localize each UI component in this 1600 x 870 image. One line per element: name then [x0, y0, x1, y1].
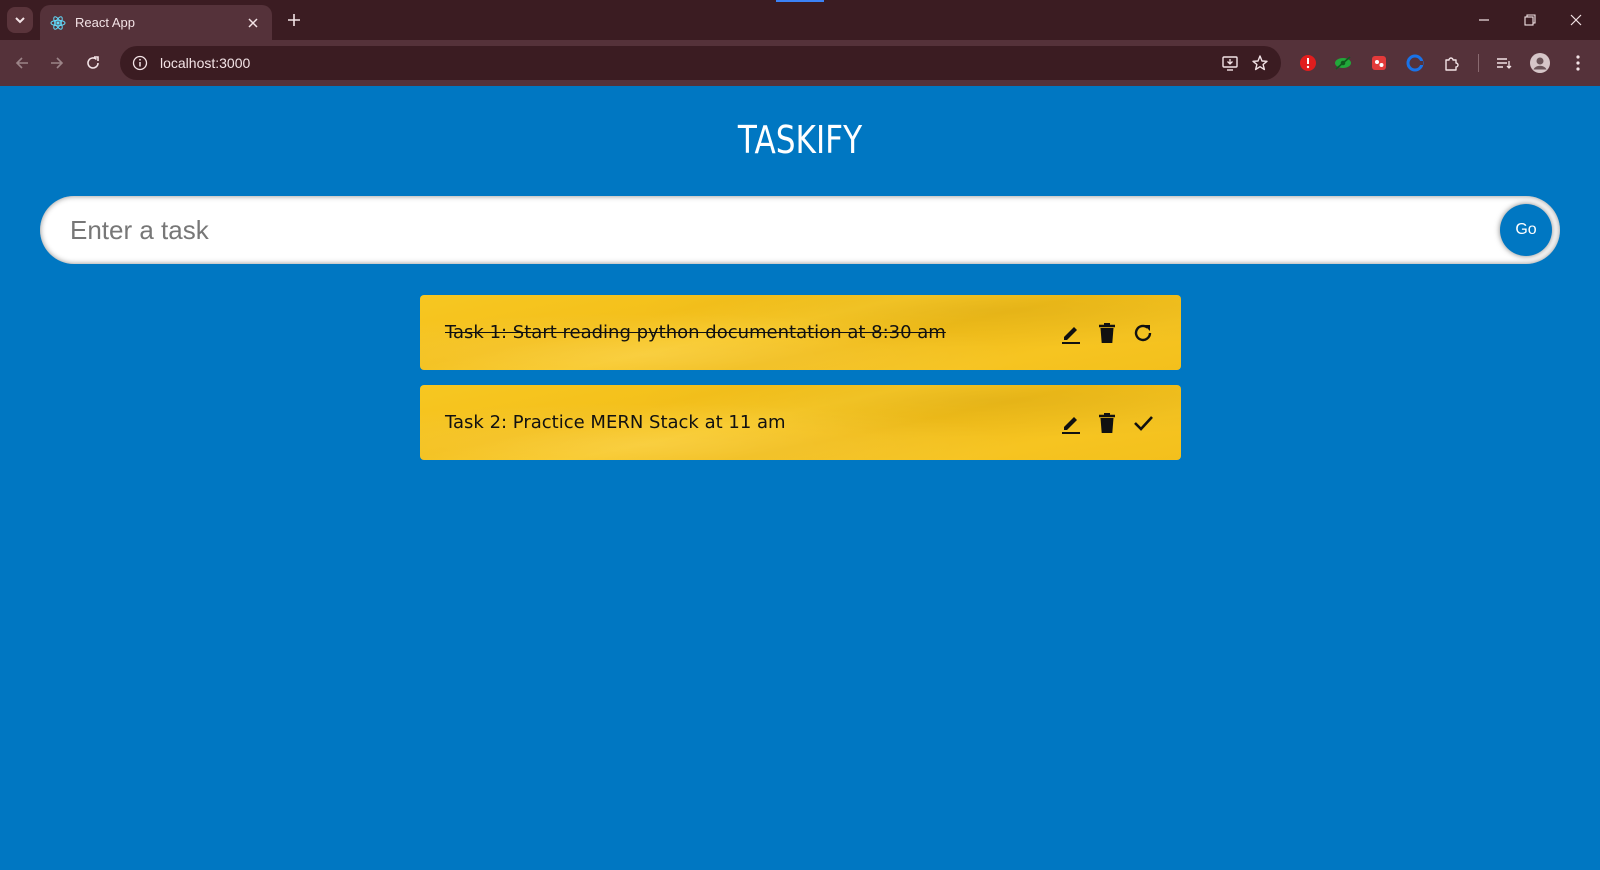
- edit-icon[interactable]: [1058, 320, 1084, 346]
- reading-list-icon[interactable]: [1491, 50, 1517, 76]
- minimize-icon: [1479, 19, 1489, 21]
- arrow-right-icon: [51, 57, 64, 69]
- browser-toolbar: localhost:3000: [0, 40, 1600, 86]
- go-button[interactable]: Go: [1500, 204, 1552, 256]
- delete-icon[interactable]: [1094, 320, 1120, 346]
- forward-button[interactable]: [43, 49, 71, 77]
- todo-card: Task 1: Start reading python documentati…: [420, 295, 1181, 370]
- browser-tab[interactable]: React App: [40, 5, 272, 40]
- todo-list: Task 1: Start reading python documentati…: [420, 295, 1181, 475]
- todo-text: Task 1: Start reading python documentati…: [445, 322, 946, 343]
- undo-icon[interactable]: [1130, 320, 1156, 346]
- app-title: TASKIFY: [737, 118, 863, 162]
- install-app-icon[interactable]: [1215, 48, 1245, 78]
- back-button[interactable]: [8, 49, 36, 77]
- react-logo-icon: [50, 15, 66, 31]
- extension-green-eye-icon[interactable]: [1330, 50, 1356, 76]
- site-info-icon[interactable]: [129, 52, 151, 74]
- close-icon: [248, 17, 258, 28]
- close-window-button[interactable]: [1554, 6, 1598, 34]
- restore-button[interactable]: [1508, 6, 1552, 34]
- tab-title: React App: [75, 15, 135, 30]
- todo-actions: [1058, 410, 1156, 436]
- tab-search-button[interactable]: [7, 7, 33, 33]
- arrow-left-icon: [15, 57, 28, 69]
- todo-card: Task 2: Practice MERN Stack at 11 am: [420, 385, 1181, 460]
- new-tab-button[interactable]: [282, 8, 306, 32]
- extension-puzzle-red-icon[interactable]: [1366, 50, 1392, 76]
- task-input[interactable]: [70, 200, 1500, 260]
- browser-tab-strip: React App: [0, 0, 1600, 40]
- minimize-button[interactable]: [1462, 6, 1506, 34]
- extension-red-icon[interactable]: [1295, 50, 1321, 76]
- tab-close-button[interactable]: [244, 14, 262, 32]
- extensions-puzzle-icon[interactable]: [1439, 50, 1465, 76]
- toolbar-separator: [1478, 54, 1479, 72]
- edit-icon[interactable]: [1058, 410, 1084, 436]
- url-text: localhost:3000: [160, 55, 251, 71]
- address-bar[interactable]: localhost:3000: [120, 46, 1281, 80]
- reload-button[interactable]: [79, 49, 107, 77]
- checkmark-icon[interactable]: [1130, 410, 1156, 436]
- extension-blue-c-icon[interactable]: [1402, 50, 1428, 76]
- reload-icon: [87, 56, 99, 69]
- plus-icon: [288, 14, 300, 26]
- task-form: Go: [40, 196, 1560, 264]
- bookmark-star-icon[interactable]: [1245, 48, 1275, 78]
- close-icon: [1570, 14, 1582, 26]
- todo-actions: [1058, 320, 1156, 346]
- tab-strip-indicator: [776, 0, 824, 2]
- profile-avatar[interactable]: [1527, 50, 1553, 76]
- restore-icon: [1524, 14, 1536, 26]
- chevron-down-icon: [15, 17, 25, 24]
- delete-icon[interactable]: [1094, 410, 1120, 436]
- todo-text: Task 2: Practice MERN Stack at 11 am: [445, 412, 786, 433]
- browser-menu-icon[interactable]: [1565, 50, 1591, 76]
